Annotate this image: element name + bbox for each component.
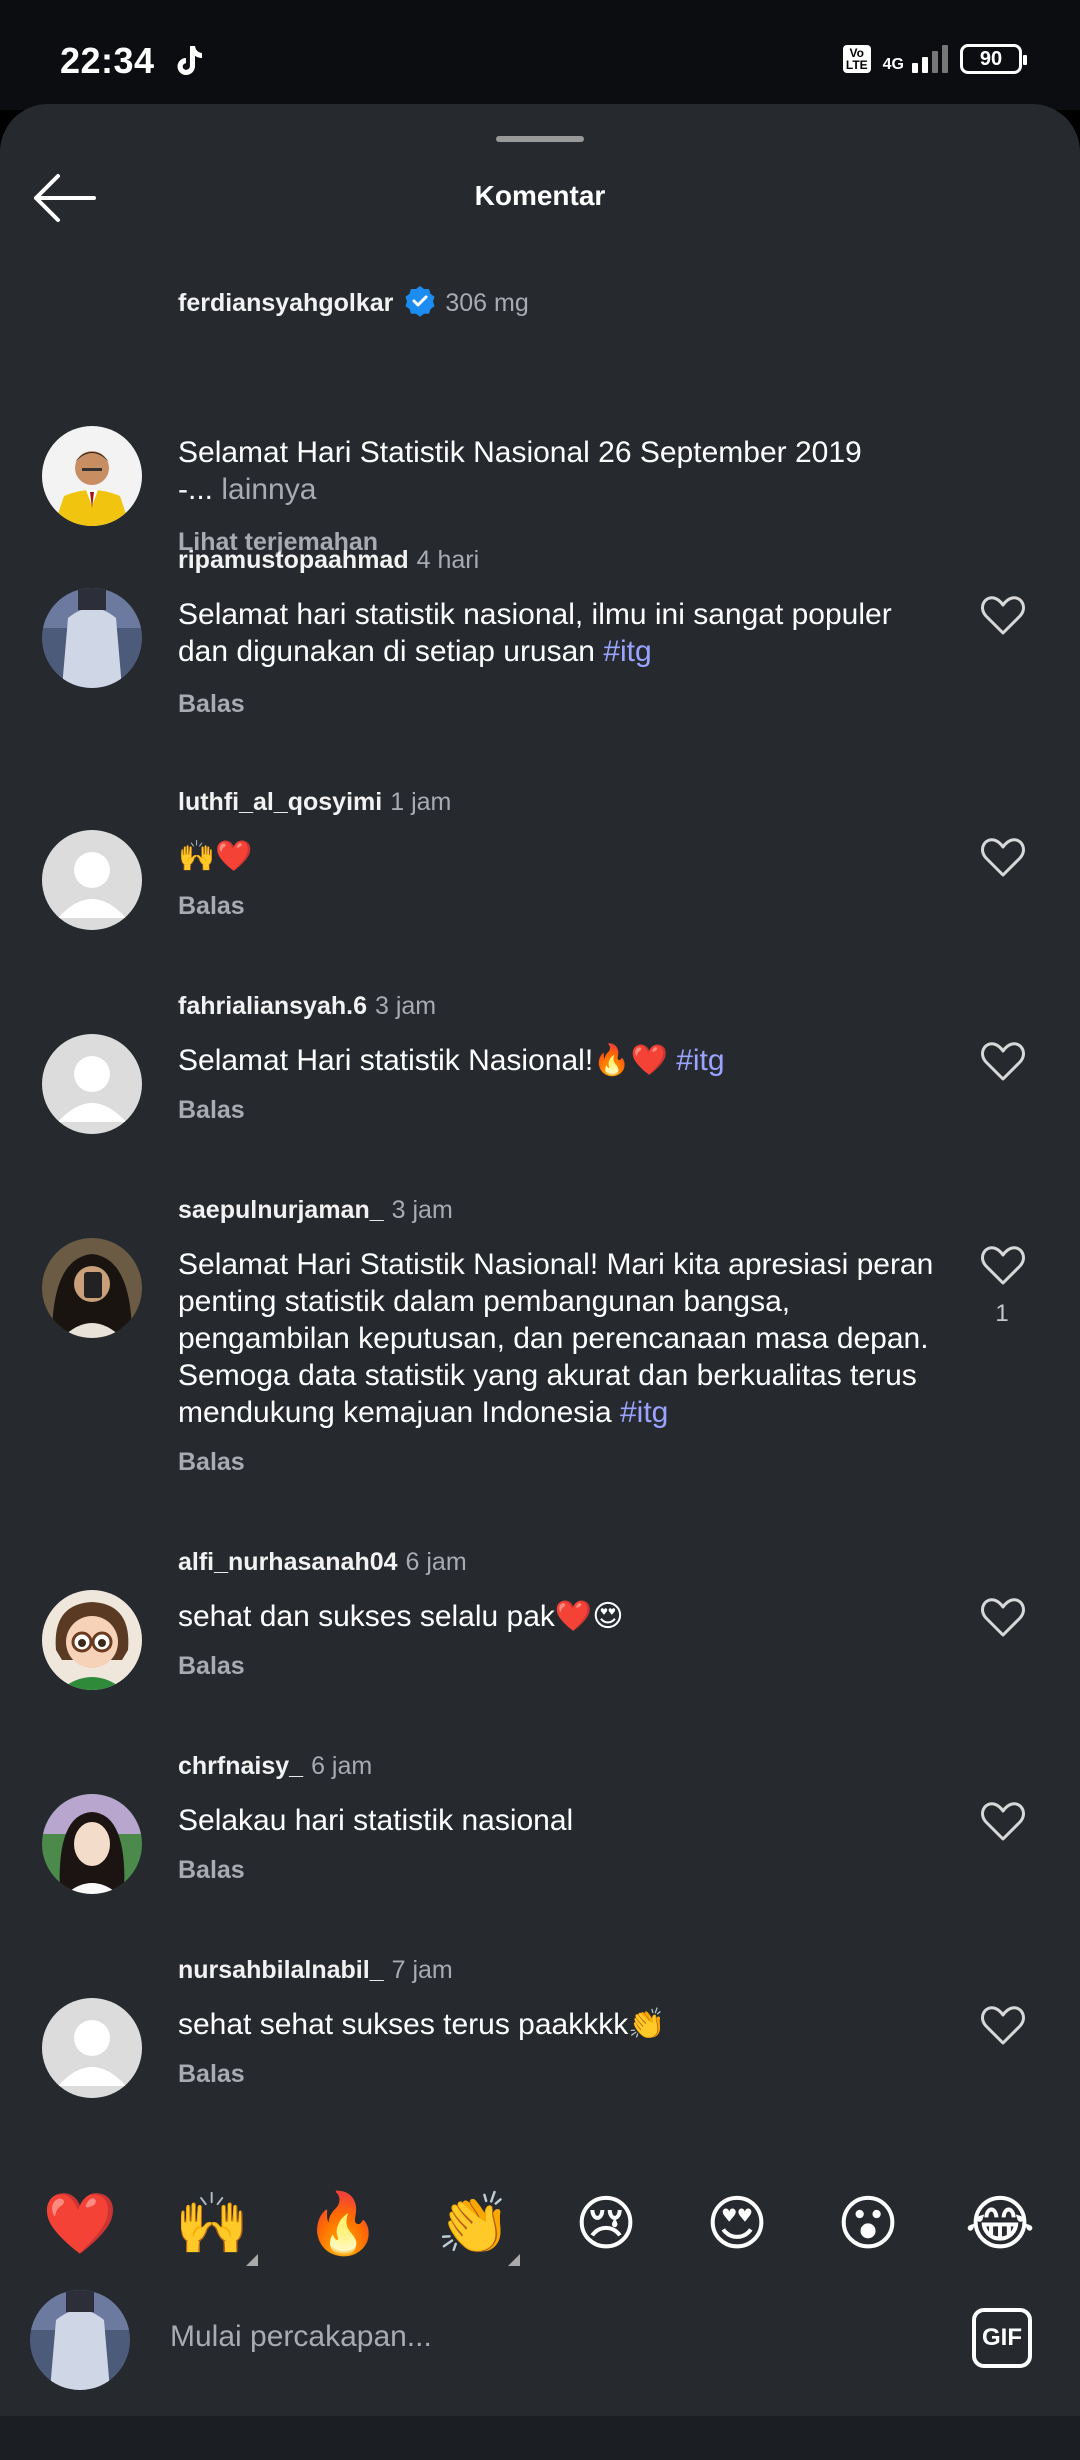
avatar[interactable] — [42, 1998, 142, 2098]
gif-button[interactable]: GIF — [972, 2308, 1032, 2368]
reply-button[interactable]: Balas — [178, 1856, 245, 1885]
heart-icon[interactable] — [980, 594, 1026, 636]
heart-icon[interactable] — [980, 1040, 1026, 1082]
status-time: 22:34 — [60, 40, 155, 81]
reply-button[interactable]: Balas — [178, 1652, 245, 1681]
network-type: 4G — [882, 56, 904, 73]
comment-text-main: Selamat Hari Statistik Nasional! Mari ki… — [178, 1248, 934, 1429]
comment-text-main: sehat sehat sukses terus paakkkk👏 — [178, 2008, 666, 2041]
hashtag-link[interactable]: #itg — [620, 1396, 668, 1429]
avatar[interactable] — [42, 1238, 142, 1338]
my-avatar — [30, 2290, 130, 2390]
comment-input[interactable]: Mulai percakapan... — [170, 2320, 432, 2354]
timestamp: 3 jam — [374, 992, 437, 1020]
comment-text-main: Selamat Hari Statistik Nasional 26 Septe… — [178, 436, 862, 469]
drag-handle[interactable] — [496, 136, 584, 142]
comment-text: Selamat Hari statistik Nasional!🔥❤️ #itg — [178, 1042, 938, 1079]
heart-icon[interactable] — [980, 1596, 1026, 1638]
username[interactable]: nursahbilalnabil_ — [178, 1956, 384, 1984]
hashtag-link[interactable]: #itg — [676, 1044, 724, 1077]
comment-meta: saepulnurjaman_ 3 jam — [178, 1196, 453, 1225]
more-link[interactable]: lainnya — [221, 473, 316, 506]
comment-text-main: Selamat Hari statistik Nasional!🔥❤️ — [178, 1044, 677, 1077]
reply-button[interactable]: Balas — [178, 1096, 245, 1125]
avatar[interactable] — [42, 426, 142, 526]
comment-meta: ripamustopaahmad 4 hari — [178, 546, 479, 575]
avatar[interactable] — [42, 1034, 142, 1134]
comment-meta: nursahbilalnabil_ 7 jam — [178, 1956, 453, 1985]
reply-button[interactable]: Balas — [178, 892, 245, 921]
timestamp: 7 jam — [391, 1956, 453, 1984]
comment-text: Selamat Hari Statistik Nasional! Mari ki… — [178, 1246, 938, 1431]
username[interactable]: fahrialiansyah.6 — [178, 992, 367, 1020]
comment-text-main: 🙌❤️ — [178, 840, 253, 873]
timestamp: 6 jam — [405, 1548, 467, 1576]
reaction-clap[interactable]: 👏 — [434, 2184, 514, 2264]
timestamp: 6 jam — [311, 1752, 373, 1780]
timestamp: 1 jam — [390, 788, 452, 816]
timestamp: 4 hari — [416, 546, 480, 574]
comments-sheet: Komentar ferdiansyahgolkar 306 mg Selama… — [0, 104, 1080, 2460]
avatar[interactable] — [42, 1590, 142, 1690]
timestamp: 3 jam — [391, 1196, 453, 1224]
heart-icon[interactable] — [980, 1800, 1026, 1842]
reaction-heart[interactable]: ❤️ — [40, 2184, 120, 2264]
username[interactable]: ripamustopaahmad — [178, 546, 409, 574]
comment-text: Selamat Hari Statistik Nasional 26 Septe… — [178, 434, 938, 508]
reaction-cry[interactable]: 😢 — [566, 2184, 646, 2264]
reaction-laugh[interactable]: 😂 — [960, 2184, 1040, 2264]
avatar[interactable] — [42, 1794, 142, 1894]
username[interactable]: saepulnurjaman_ — [178, 1196, 384, 1224]
comment-meta: alfi_nurhasanah04 6 jam — [178, 1548, 467, 1577]
comment-meta: fahrialiansyah.6 3 jam — [178, 992, 436, 1021]
volte-icon: Vo LTE — [842, 45, 871, 73]
reaction-fire[interactable]: 🔥 — [303, 2184, 383, 2264]
system-nav-bar — [0, 2416, 1080, 2460]
skin-tone-indicator-icon — [246, 2254, 258, 2266]
reply-button[interactable]: Balas — [178, 1448, 245, 1477]
timestamp: 306 mg — [445, 289, 529, 317]
quick-reactions-bar: ❤️ 🙌 🔥 👏 😢 😍 😮 😂 — [0, 2184, 1080, 2266]
comment-meta: chrfnaisy_ 6 jam — [178, 1752, 372, 1781]
reply-button[interactable]: Balas — [178, 690, 245, 719]
status-bar: 22:34 Vo LTE 4G 90 — [0, 0, 1080, 110]
heart-icon[interactable] — [980, 2004, 1026, 2046]
comment-text: 🙌❤️ — [178, 838, 938, 875]
reaction-surprised[interactable]: 😮 — [828, 2184, 908, 2264]
comment-text-main: Selamat hari statistik nasional, ilmu in… — [178, 598, 892, 668]
username[interactable]: ferdiansyahgolkar — [178, 289, 393, 317]
username[interactable]: luthfi_al_qosyimi — [178, 788, 382, 816]
like-count: 1 — [995, 1300, 1009, 1327]
comment-text-main: Selakau hari statistik nasional — [178, 1804, 574, 1837]
comment-text-main: sehat dan sukses selalu pak❤️😍 — [178, 1600, 624, 1633]
reaction-heart-eyes[interactable]: 😍 — [697, 2184, 777, 2264]
ellipsis: -... — [178, 473, 222, 506]
avatar[interactable] — [42, 588, 142, 688]
skin-tone-indicator-icon — [508, 2254, 520, 2266]
signal-icon: 4G — [883, 45, 948, 73]
status-icons: Vo LTE 4G 90 — [842, 44, 1027, 74]
verified-badge-icon — [405, 286, 435, 317]
avatar[interactable] — [42, 830, 142, 930]
reaction-raised-hands[interactable]: 🙌 — [172, 2184, 252, 2264]
battery-level: 90 — [979, 47, 1003, 70]
comment-meta: luthfi_al_qosyimi 1 jam — [178, 788, 451, 817]
heart-icon[interactable] — [980, 836, 1026, 878]
battery-icon: 90 — [960, 44, 1027, 74]
comment-text: sehat dan sukses selalu pak❤️😍 — [178, 1598, 938, 1635]
tiktok-icon — [177, 46, 202, 75]
page-title: Komentar — [474, 180, 606, 211]
heart-icon[interactable] — [980, 1244, 1026, 1286]
comment-text: Selakau hari statistik nasional — [178, 1802, 938, 1839]
comment-composer: Mulai percakapan... GIF — [0, 2290, 1080, 2416]
comment-meta: ferdiansyahgolkar 306 mg — [178, 284, 529, 318]
comment-text: sehat sehat sukses terus paakkkk👏 — [178, 2006, 938, 2043]
hashtag-link[interactable]: #itg — [603, 635, 651, 668]
reply-button[interactable]: Balas — [178, 2060, 245, 2089]
username[interactable]: alfi_nurhasanah04 — [178, 1548, 398, 1576]
username[interactable]: chrfnaisy_ — [178, 1752, 303, 1780]
comment-text: Selamat hari statistik nasional, ilmu in… — [178, 596, 938, 670]
